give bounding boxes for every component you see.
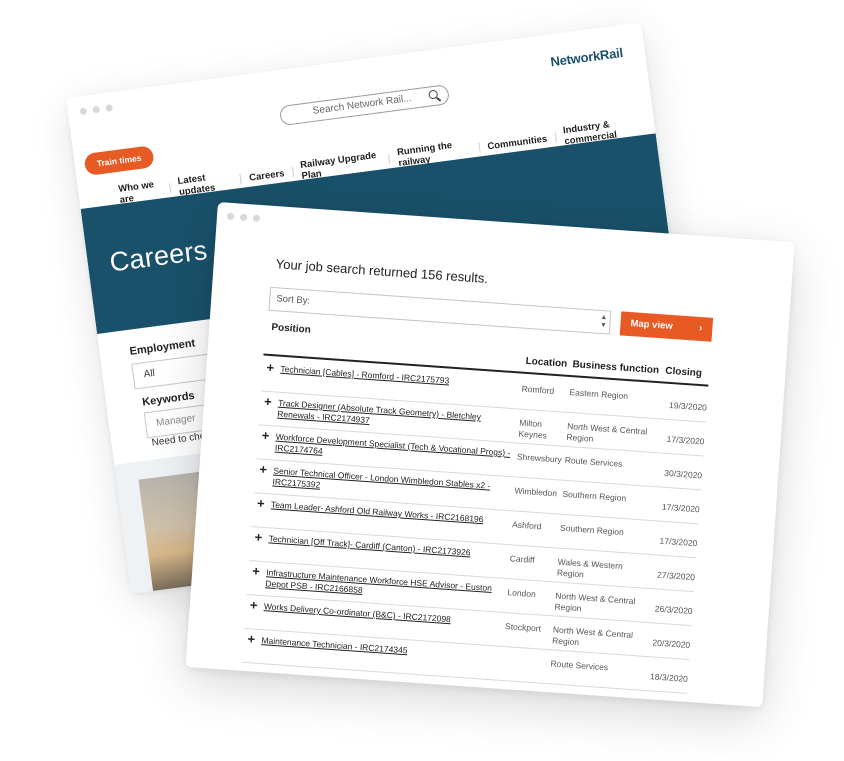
- job-location: Wimbledon: [514, 485, 558, 499]
- job-position-link[interactable]: Technician [Cables] - Romford - IRC21757…: [280, 364, 520, 392]
- expand-plus-icon[interactable]: +: [247, 631, 256, 646]
- job-closing-date: 20/3/2020: [652, 637, 691, 651]
- window-dot-icon[interactable]: [105, 104, 114, 112]
- expand-plus-icon[interactable]: +: [249, 597, 258, 612]
- job-location: Stockport: [504, 621, 542, 634]
- search-placeholder: Search Network Rail...: [312, 92, 413, 117]
- job-results-window: Your job search returned 156 results. So…: [185, 202, 795, 708]
- job-closing-date: 17/3/2020: [661, 501, 701, 515]
- job-closing-date: 18/3/2020: [649, 671, 689, 684]
- network-rail-logo[interactable]: NetworkRail: [550, 45, 624, 69]
- window-dot-icon[interactable]: [92, 105, 101, 114]
- job-location: Cardiff: [509, 553, 536, 565]
- expand-plus-icon[interactable]: +: [261, 428, 270, 443]
- expand-plus-icon[interactable]: +: [257, 495, 266, 510]
- job-business-function: North West & Central Region: [551, 624, 634, 648]
- employment-label: Employment: [128, 337, 196, 358]
- train-times-button[interactable]: Train times: [83, 145, 155, 177]
- expand-plus-icon[interactable]: +: [259, 462, 268, 477]
- column-header-position[interactable]: Position: [271, 322, 311, 336]
- window-dot-icon[interactable]: [239, 213, 248, 222]
- job-location: [503, 655, 551, 658]
- job-closing-date: 30/3/2020: [664, 467, 703, 481]
- page-title: Careers: [107, 235, 210, 278]
- expand-plus-icon[interactable]: +: [266, 360, 275, 375]
- job-business-function: Southern Region: [562, 488, 627, 504]
- window-dot-icon[interactable]: [252, 214, 261, 222]
- job-business-function: Eastern Region: [569, 387, 629, 402]
- site-search-input[interactable]: Search Network Rail...: [278, 84, 451, 127]
- job-closing-date: 27/3/2020: [656, 569, 696, 583]
- expand-plus-icon[interactable]: +: [254, 529, 263, 544]
- expand-plus-icon[interactable]: +: [252, 563, 261, 578]
- chevron-right-icon: ›: [698, 322, 703, 335]
- job-location: Shrewsbury: [516, 451, 563, 465]
- job-business-function: Route Services: [564, 454, 623, 469]
- stage: NetworkRail Search Network Rail... Train…: [0, 0, 844, 761]
- job-closing-date: 26/3/2020: [654, 603, 693, 617]
- sort-by-label: Sort By:: [276, 293, 311, 307]
- column-header-business-function[interactable]: Business function: [572, 359, 659, 376]
- sort-by-select[interactable]: Sort By: ▴ ▾: [268, 286, 612, 335]
- job-location: Milton Keynes: [518, 417, 548, 441]
- job-location: Ashford: [511, 519, 542, 532]
- results-count-heading: Your job search returned 156 results.: [275, 256, 489, 287]
- job-business-function: North West & Central Region: [566, 420, 648, 444]
- map-view-button[interactable]: Map view ›: [619, 311, 714, 342]
- map-view-label: Map view: [630, 318, 674, 333]
- job-business-function: North West & Central Region: [554, 590, 636, 614]
- window-controls: [79, 104, 114, 116]
- window-controls: [226, 212, 261, 222]
- window-dot-icon[interactable]: [226, 212, 235, 221]
- job-closing-date: 17/3/2020: [659, 535, 698, 549]
- job-business-function: Wales & Western Region: [556, 556, 624, 580]
- job-business-function: Route Services: [550, 658, 609, 673]
- job-location: London: [507, 587, 537, 600]
- column-header-location[interactable]: Location: [525, 356, 567, 370]
- expand-plus-icon[interactable]: +: [264, 394, 273, 409]
- job-business-function: Southern Region: [559, 522, 625, 538]
- search-icon[interactable]: [428, 89, 439, 100]
- job-closing-date: 19/3/2020: [668, 399, 708, 413]
- window-dot-icon[interactable]: [79, 107, 88, 116]
- job-location: Romford: [521, 383, 555, 396]
- select-arrows-icon: ▴ ▾: [601, 312, 607, 330]
- column-header-closing[interactable]: Closing: [665, 366, 702, 380]
- job-closing-date: 17/3/2020: [666, 433, 705, 447]
